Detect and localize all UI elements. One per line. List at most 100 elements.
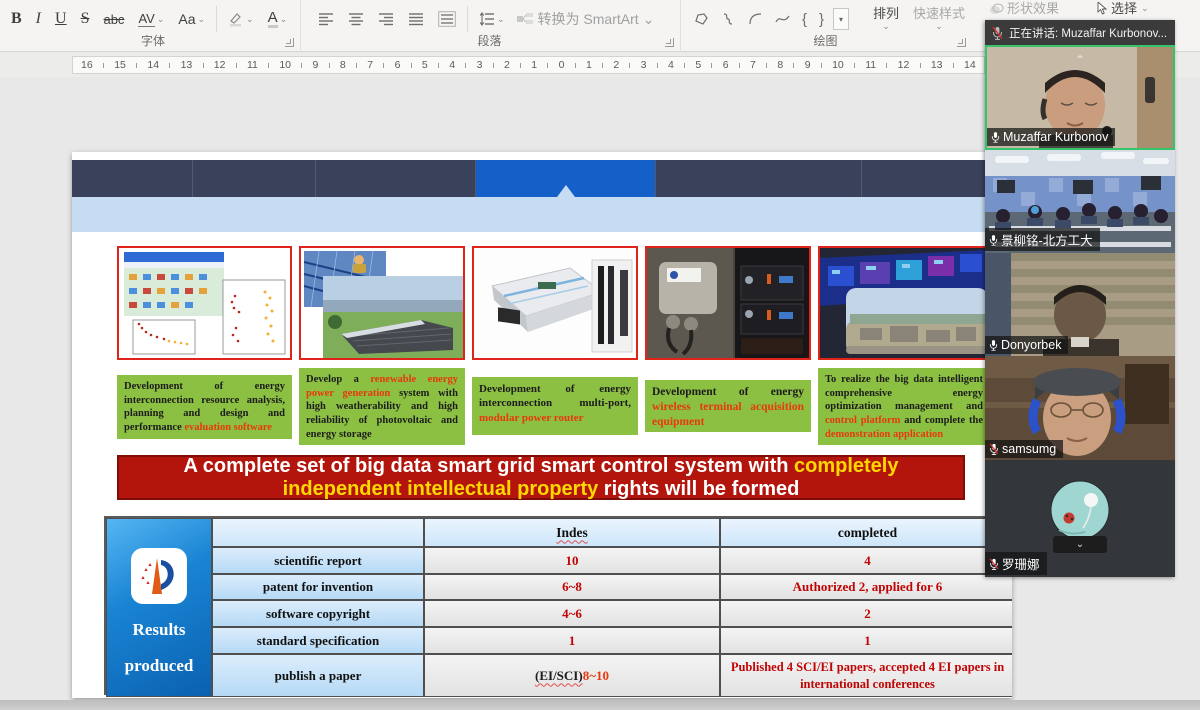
image-photovoltaic-plant[interactable] <box>299 246 465 360</box>
font-dialog-launcher[interactable] <box>285 38 294 47</box>
smartart-icon <box>516 12 534 26</box>
table-header-empty <box>212 518 424 547</box>
chevron-down-icon: ⌄ <box>497 15 505 24</box>
green-box-3[interactable]: Development of energy interconnection mu… <box>472 377 638 435</box>
image-control-platform-room[interactable] <box>818 246 990 360</box>
table-header-index: Indes <box>424 518 720 547</box>
photovoltaic-plant-graphic <box>301 248 463 358</box>
change-case-button[interactable]: Aa⌄ <box>175 9 208 29</box>
align-right-icon <box>378 12 394 26</box>
chevron-down-icon: ⌄ <box>935 21 943 32</box>
strikethrough-button[interactable]: S <box>78 8 93 30</box>
shape-effects-button[interactable]: 形状效果 <box>985 0 1063 18</box>
row-index-value: 10 <box>424 547 720 574</box>
row-index-value: 6~8 <box>424 574 720 600</box>
font-color-button[interactable]: A⌄ <box>265 8 291 31</box>
nav-tab-5[interactable] <box>656 160 862 197</box>
power-router-graphic <box>474 248 636 358</box>
control-room-graphic <box>820 248 988 358</box>
participant-video[interactable]: 景柳铭-北方工大 <box>985 150 1175 253</box>
italic-button[interactable]: I <box>33 8 44 30</box>
participant-video[interactable]: ⌄ 罗珊娜 <box>985 460 1175 577</box>
paragraph-dialog-launcher[interactable] <box>665 38 674 47</box>
more-arrow-icon: ▾ <box>839 15 843 24</box>
freeform-shape-button[interactable] <box>691 10 712 28</box>
row-index-value: 4~6 <box>424 600 720 627</box>
align-center-button[interactable] <box>345 10 367 28</box>
results-label-line2: produced <box>125 656 194 676</box>
row-label: patent for invention <box>212 574 424 600</box>
mic-icon <box>991 131 1000 143</box>
logo-graphic <box>137 554 181 598</box>
green-box-1[interactable]: Development of energy interconnection re… <box>117 375 292 439</box>
align-center-icon <box>348 12 364 26</box>
row-label: software copyright <box>212 600 424 627</box>
align-left-button[interactable] <box>315 10 337 28</box>
bottom-shadow-band <box>0 700 1200 710</box>
results-table[interactable]: Results produced Indes completed scienti… <box>104 516 1012 695</box>
slide-canvas[interactable]: Development of energy interconnection re… <box>72 152 1012 698</box>
line-spacing-button[interactable]: ⌄ <box>476 10 508 28</box>
headline-banner[interactable]: A complete set of big data smart grid sm… <box>117 455 965 500</box>
participant-name-label: Muzaffar Kurbonov <box>987 128 1115 146</box>
image-acquisition-equipment[interactable] <box>645 246 811 360</box>
participant-name-label: Donyorbek <box>985 336 1068 354</box>
mic-muted-icon <box>989 558 999 570</box>
ruler-numbers: 1615141312111098765432101234567891011121… <box>72 56 985 74</box>
arc-shape-button[interactable] <box>745 10 766 28</box>
green-description-row: Development of energy interconnection re… <box>117 368 1012 445</box>
bold-button[interactable]: B <box>8 8 25 30</box>
participant-video[interactable]: samsumg <box>985 356 1175 460</box>
chevron-down-icon: ⌄ <box>1076 539 1084 550</box>
slide-header-band <box>72 197 1012 232</box>
align-left-icon <box>318 12 334 26</box>
green-box-5[interactable]: To realize the big data intelligent comp… <box>818 368 990 445</box>
right-brace-shape-button[interactable]: } <box>816 9 827 30</box>
quick-styles-button[interactable]: 快速样式 ⌄ <box>909 5 969 33</box>
row-completed-value: Authorized 2, applied for 6 <box>720 574 1012 600</box>
ribbon-right-peek: 形状效果 选择 ⌄ <box>975 0 1200 20</box>
drawing-dialog-launcher[interactable] <box>957 38 966 47</box>
more-shapes-button[interactable]: ▾ <box>833 8 849 30</box>
character-spacing-button[interactable]: AV⌄ <box>135 9 167 29</box>
mic-icon <box>989 339 998 351</box>
row-completed-value: 1 <box>720 627 1012 654</box>
participant-name-label: samsumg <box>985 440 1063 458</box>
participant-name-label: 罗珊娜 <box>985 552 1047 575</box>
curve-shape-button[interactable] <box>772 10 793 28</box>
image-power-router[interactable] <box>472 246 638 360</box>
freeform-shape-icon <box>694 12 709 26</box>
distribute-button[interactable] <box>435 9 459 29</box>
participant-video[interactable]: ⌃ Muzaffar Kurbonov <box>985 45 1175 150</box>
align-right-button[interactable] <box>375 10 397 28</box>
justify-button[interactable] <box>405 10 427 28</box>
nav-tab-2[interactable] <box>193 160 316 197</box>
mic-muted-icon <box>989 443 999 455</box>
curve-shape-icon <box>775 12 790 26</box>
participant-video[interactable]: Donyorbek <box>985 253 1175 356</box>
convert-to-smartart-button[interactable]: 转换为 SmartArt ⌄ <box>516 9 655 29</box>
chevron-up-icon[interactable]: ⌃ <box>1075 53 1085 67</box>
image-resource-analysis-software[interactable] <box>117 246 292 360</box>
row-index-value: (EI/SCI) 8~10 <box>424 654 720 697</box>
results-produced-cell: Results produced <box>106 518 212 697</box>
row-label: standard specification <box>212 627 424 654</box>
arc-shape-icon <box>748 12 763 26</box>
underline-button[interactable]: U <box>52 8 70 30</box>
strike-abc-button[interactable]: abc <box>100 10 127 29</box>
left-brace-shape-button[interactable]: { <box>799 9 810 30</box>
green-box-4[interactable]: Development of energy wireless terminal … <box>645 380 811 432</box>
collapse-panel-button[interactable]: ⌄ <box>1053 536 1107 553</box>
green-box-2[interactable]: Develop a renewable energy power generat… <box>299 368 465 445</box>
highlight-color-button[interactable]: ⌄ <box>225 9 257 29</box>
scribble-shape-button[interactable] <box>718 10 739 28</box>
acquisition-equipment-graphic <box>647 248 809 358</box>
nav-tab-1[interactable] <box>72 160 193 197</box>
meeting-panel: 正在讲话: Muzaffar Kurbonov... ⌃ Muzaffar Ku… <box>985 20 1175 577</box>
nav-tab-4-active[interactable] <box>476 160 656 197</box>
row-label: publish a paper <box>212 654 424 697</box>
arrange-button[interactable]: 排列 ⌄ <box>869 5 903 33</box>
meeting-panel-header[interactable]: 正在讲话: Muzaffar Kurbonov... <box>985 20 1175 45</box>
nav-tab-3[interactable] <box>316 160 476 197</box>
select-button[interactable]: 选择 ⌄ <box>1093 0 1153 18</box>
